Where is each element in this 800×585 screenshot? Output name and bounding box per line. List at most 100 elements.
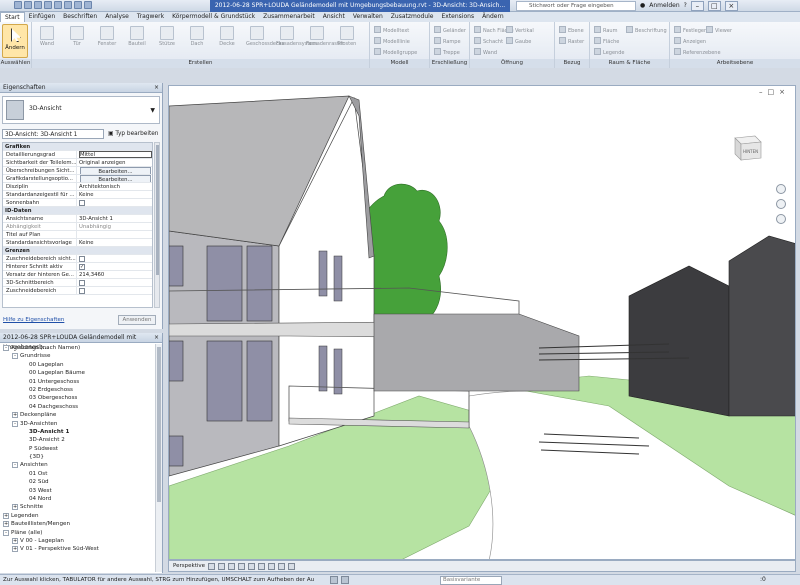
tab-extensions[interactable]: Extensions bbox=[437, 12, 478, 22]
ribbon-button-modellgruppe[interactable]: Modellgruppe bbox=[374, 48, 417, 56]
property-checkbox[interactable] bbox=[79, 280, 85, 286]
undo-icon[interactable] bbox=[44, 1, 52, 9]
tree-node[interactable]: 01 Ost bbox=[0, 470, 155, 478]
design-option-select[interactable]: Basisvariante bbox=[440, 576, 502, 585]
property-value[interactable]: 214,3460 bbox=[79, 271, 152, 278]
tab-analyse[interactable]: Analyse bbox=[101, 12, 133, 22]
ribbon-button-fenster[interactable]: Fenster bbox=[96, 26, 118, 47]
close-icon[interactable]: × bbox=[154, 83, 159, 93]
ribbon-button-modelllinie[interactable]: Modelllinie bbox=[374, 37, 410, 45]
search-input[interactable]: Stichwort oder Frage eingeben bbox=[516, 1, 636, 11]
tree-node[interactable]: 03 West bbox=[0, 487, 155, 495]
worksets-icon[interactable] bbox=[330, 576, 338, 584]
tab-einfügen[interactable]: Einfügen bbox=[25, 12, 59, 22]
tab-beschriften[interactable]: Beschriften bbox=[59, 12, 101, 22]
property-checkbox[interactable] bbox=[79, 256, 85, 262]
expand-icon[interactable]: + bbox=[12, 537, 18, 544]
property-value[interactable]: Keine bbox=[79, 239, 152, 246]
tab-zusatzmodule[interactable]: Zusatzmodule bbox=[387, 12, 438, 22]
ribbon-button-stütze[interactable]: Stütze bbox=[156, 26, 178, 47]
expand-icon[interactable]: + bbox=[12, 546, 18, 553]
save-icon[interactable] bbox=[34, 1, 42, 9]
model-rendering[interactable] bbox=[169, 86, 796, 560]
expand-icon[interactable]: + bbox=[12, 412, 18, 419]
design-options-icon[interactable] bbox=[341, 576, 349, 584]
close-icon[interactable]: × bbox=[154, 333, 159, 343]
ribbon-button-tür[interactable]: Tür bbox=[66, 26, 88, 47]
property-section[interactable]: ID-Daten bbox=[3, 207, 152, 215]
ribbon-button-wand[interactable]: Wand bbox=[36, 26, 58, 47]
ribbon-button-modelltext[interactable]: Modelltext bbox=[374, 26, 409, 34]
property-section[interactable]: Grafiken bbox=[3, 143, 152, 151]
edit-type-button[interactable]: ▣ Typ bearbeiten bbox=[108, 129, 158, 139]
tree-node[interactable]: - Ansichten (nach Namen) bbox=[0, 344, 155, 352]
tree-node[interactable]: {3D} bbox=[0, 453, 155, 461]
detail-level-icon[interactable] bbox=[208, 562, 216, 570]
reveal-hidden-icon[interactable] bbox=[288, 562, 296, 570]
3d-viewport[interactable]: – □ × HINTEN bbox=[168, 85, 796, 560]
tab-zusammenarbeit[interactable]: Zusammenarbeit bbox=[259, 12, 319, 22]
property-value[interactable]: Original anzeigen bbox=[79, 159, 152, 166]
hide-isolate-icon[interactable] bbox=[278, 562, 286, 570]
ribbon-button-viewer[interactable]: Viewer bbox=[706, 26, 732, 34]
ribbon-button-fläche[interactable]: Fläche bbox=[594, 37, 619, 45]
tab-verwalten[interactable]: Verwalten bbox=[349, 12, 387, 22]
redo-icon[interactable] bbox=[54, 1, 62, 9]
tree-node[interactable]: 04 Nord bbox=[0, 495, 155, 503]
property-value[interactable]: Unabhängig bbox=[79, 223, 152, 230]
scroll-thumb[interactable] bbox=[157, 347, 161, 502]
shadows-icon[interactable] bbox=[238, 562, 246, 570]
tree-node[interactable]: + Deckenpläne bbox=[0, 411, 155, 419]
ribbon-button-fassadenraster[interactable]: Fassadenraster bbox=[306, 26, 344, 47]
visual-style-icon[interactable] bbox=[218, 562, 226, 570]
property-checkbox[interactable] bbox=[79, 200, 85, 206]
maximize-button[interactable]: □ bbox=[707, 1, 721, 11]
zoom-icon[interactable] bbox=[776, 199, 786, 209]
ribbon-button-bauteil[interactable]: Bauteil bbox=[126, 26, 148, 47]
expand-icon[interactable]: + bbox=[3, 521, 9, 528]
tree-node[interactable]: 04 Dachgeschoss bbox=[0, 403, 155, 411]
properties-scrollbar[interactable] bbox=[154, 142, 160, 308]
ribbon-button-fassadensystem[interactable]: Fassadensystem bbox=[276, 26, 317, 47]
tree-node[interactable]: 3D-Ansicht 2 bbox=[0, 436, 155, 444]
ribbon-button-legende[interactable]: Legende bbox=[594, 48, 624, 56]
collapse-icon[interactable]: - bbox=[12, 353, 18, 360]
ribbon-button-raum[interactable]: Raum bbox=[594, 26, 617, 34]
tree-node[interactable]: -3D-Ansichten bbox=[0, 420, 155, 428]
minimize-button[interactable]: – bbox=[690, 1, 704, 11]
instance-filter-select[interactable]: 3D-Ansicht: 3D-Ansicht 1 bbox=[2, 129, 104, 139]
ribbon-button-dach[interactable]: Dach bbox=[186, 26, 208, 47]
property-checkbox[interactable]: ✓ bbox=[79, 264, 85, 270]
tree-node[interactable]: 00 Lageplan bbox=[0, 361, 155, 369]
ribbon-button-ebene[interactable]: Ebene bbox=[559, 26, 584, 34]
tree-node[interactable]: P Südwest bbox=[0, 445, 155, 453]
type-selector[interactable]: 3D-Ansicht ▼ bbox=[2, 96, 160, 124]
tab-ansicht[interactable]: Ansicht bbox=[319, 12, 349, 22]
tab-körpermodell-grundstück[interactable]: Körpermodell & Grundstück bbox=[168, 12, 259, 22]
property-value[interactable]: Keine bbox=[79, 191, 152, 198]
ribbon-button-anzeigen[interactable]: Anzeigen bbox=[674, 37, 706, 45]
scroll-thumb[interactable] bbox=[156, 145, 159, 275]
ribbon-button-beschriftung[interactable]: Beschriftung bbox=[626, 26, 667, 34]
tree-node[interactable]: 02 Süd bbox=[0, 478, 155, 486]
ribbon-button-schacht[interactable]: Schacht bbox=[474, 37, 503, 45]
ribbon-button-festlegen[interactable]: Festlegen bbox=[674, 26, 707, 34]
expand-icon[interactable]: + bbox=[3, 512, 9, 519]
ribbon-button-geländer[interactable]: Geländer bbox=[434, 26, 466, 34]
expand-icon[interactable]: + bbox=[12, 504, 18, 511]
ribbon-button-geschossdecke[interactable]: Geschossdecke bbox=[246, 26, 285, 47]
restore-view-icon[interactable]: □ bbox=[768, 88, 775, 96]
collapse-icon[interactable]: - bbox=[3, 345, 9, 351]
collapse-icon[interactable]: - bbox=[12, 462, 18, 469]
tree-node[interactable]: 01 Untergeschoss bbox=[0, 378, 155, 386]
tree-node[interactable]: 02 Erdgeschoss bbox=[0, 386, 155, 394]
tree-node[interactable]: + Legenden bbox=[0, 512, 155, 520]
print-icon[interactable] bbox=[64, 1, 72, 9]
tree-node[interactable]: - Pläne (alle) bbox=[0, 529, 155, 537]
tree-node[interactable]: + Schnitte bbox=[0, 503, 155, 511]
tab-start[interactable]: Start bbox=[0, 12, 25, 22]
browser-scrollbar[interactable] bbox=[155, 344, 162, 572]
ribbon-button-pfosten[interactable]: Pfosten bbox=[336, 26, 358, 47]
tree-node[interactable]: 03 Obergeschoss bbox=[0, 394, 155, 402]
property-section[interactable]: Grenzen bbox=[3, 247, 152, 255]
